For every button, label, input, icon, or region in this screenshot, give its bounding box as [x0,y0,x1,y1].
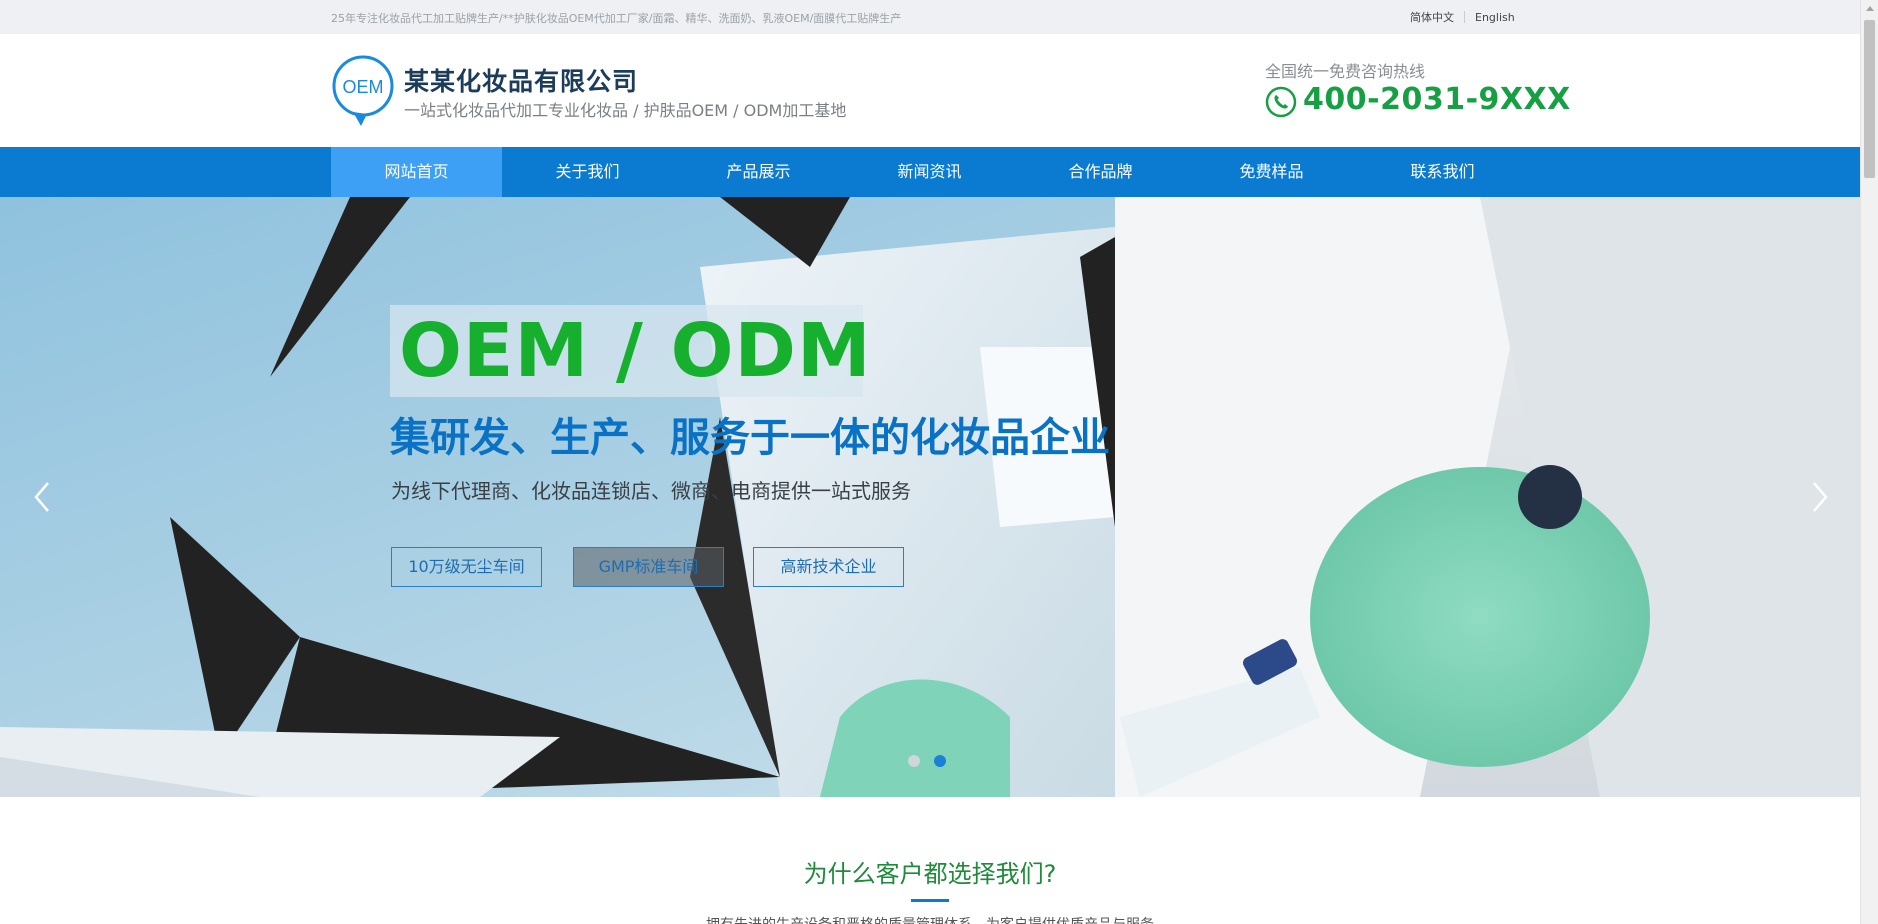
page-scrollbar[interactable] [1860,0,1878,924]
why-section-description: 拥有先进的生产设备和严格的质量管理体系，为客户提供优质产品与服务 [0,914,1860,924]
hero-tag-gmp[interactable]: GMP标准车间 [573,547,724,587]
nav-item-news[interactable]: 新闻资讯 [844,147,1015,197]
nav-item-contact[interactable]: 联系我们 [1357,147,1528,197]
hero-title: OEM / ODM [399,308,872,394]
slider-dot[interactable] [908,755,920,767]
lang-divider [1464,11,1465,23]
oem-logo-icon[interactable]: OEM [331,54,395,128]
language-switcher: 简体中文 English [1410,9,1515,25]
lang-english-link[interactable]: English [1475,11,1515,24]
top-slogan: 25年专注化妆品代工加工贴牌生产/**护肤化妆品OEM代加工厂家/面霜、精华、洗… [331,12,902,25]
slider-dot-active[interactable] [934,755,946,767]
hero-description: 为线下代理商、化妆品连锁店、微商、电商提供一站式服务 [391,479,911,503]
hero-tag-hightech[interactable]: 高新技术企业 [753,547,904,587]
slider-prev-arrow-icon[interactable] [30,479,54,515]
slider-pagination [908,755,946,767]
hero-background-image [0,197,1860,797]
logo-text: OEM [342,77,383,97]
nav-item-about[interactable]: 关于我们 [502,147,673,197]
why-section-title: 为什么客户都选择我们? [803,860,1057,888]
nav-item-samples[interactable]: 免费样品 [1186,147,1357,197]
hotline-label: 全国统一免费咨询热线 [1265,62,1426,81]
hero-tag-cleanroom[interactable]: 10万级无尘车间 [391,547,542,587]
why-title-underline [911,899,949,902]
hotline-number[interactable]: 400-2031-9XXX [1303,82,1571,117]
site-header: OEM 某某化妆品有限公司 一站式化妆品代加工专业化妆品 / 护肤品OEM / … [0,34,1860,147]
hero-subtitle: 集研发、生产、服务于一体的化妆品企业 [390,415,1110,461]
nav-item-home[interactable]: 网站首页 [331,147,502,197]
lang-chinese-link[interactable]: 简体中文 [1410,9,1454,25]
main-nav: 网站首页 关于我们 产品展示 新闻资讯 合作品牌 免费样品 联系我们 [0,147,1860,197]
phone-icon [1265,86,1297,118]
nav-item-products[interactable]: 产品展示 [673,147,844,197]
hero-banner: OEM / ODM 集研发、生产、服务于一体的化妆品企业 为线下代理商、化妆品连… [0,197,1860,797]
company-tagline: 一站式化妆品代加工专业化妆品 / 护肤品OEM / ODM加工基地 [404,101,847,120]
nav-item-brands[interactable]: 合作品牌 [1015,147,1186,197]
top-bar: 25年专注化妆品代工加工贴牌生产/**护肤化妆品OEM代加工厂家/面霜、精华、洗… [0,0,1860,34]
scrollbar-thumb[interactable] [1864,20,1875,178]
scroll-up-arrow-icon[interactable] [1861,0,1878,18]
company-name[interactable]: 某某化妆品有限公司 [404,62,638,98]
slider-next-arrow-icon[interactable] [1808,479,1832,515]
